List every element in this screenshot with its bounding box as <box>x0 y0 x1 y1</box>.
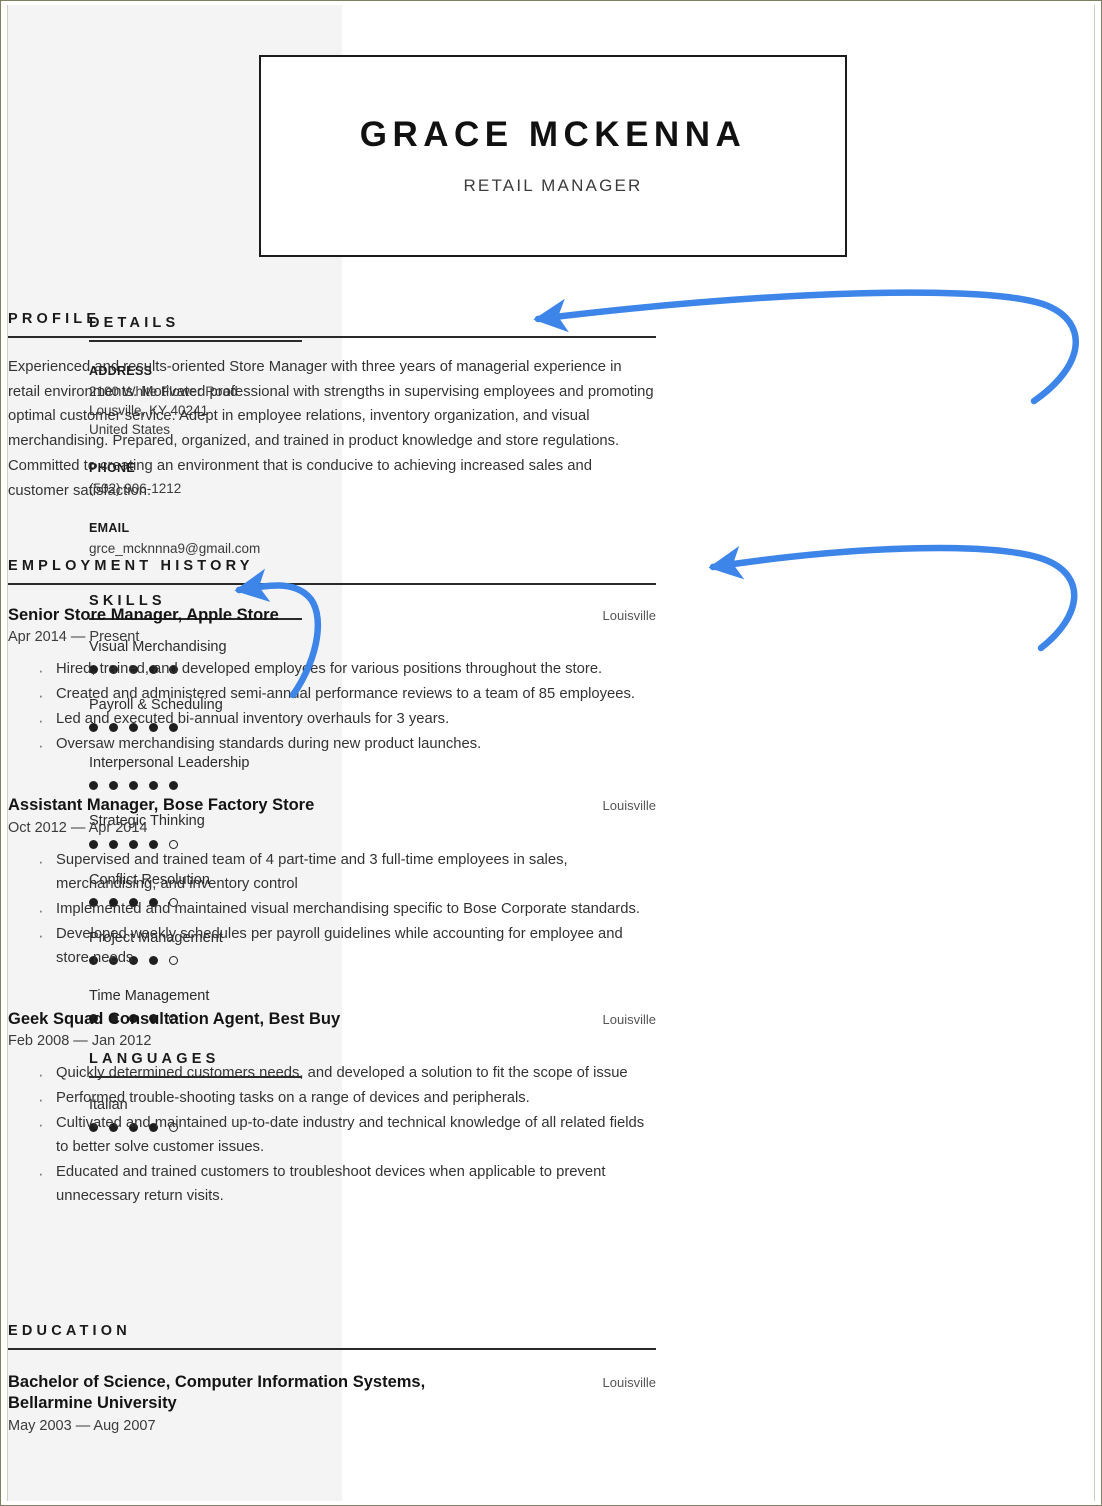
job-location: Louisville <box>602 1011 656 1027</box>
employment-rule <box>8 583 656 585</box>
job-header: Senior Store Manager, Apple Store Louisvi… <box>8 605 656 626</box>
education-rule <box>8 1348 656 1350</box>
education-list: Bachelor of Science, Computer Informatio… <box>8 1372 656 1434</box>
job-location: Louisville <box>602 798 656 814</box>
education-entry: Bachelor of Science, Computer Informatio… <box>8 1372 656 1434</box>
profile-rule <box>8 336 656 338</box>
job-bullet: Performed trouble-shooting tasks on a ra… <box>8 1086 656 1113</box>
education-location: Louisville <box>602 1375 656 1390</box>
profile-section: PROFILE Experienced and results-oriented… <box>8 311 656 503</box>
education-dates: May 2003 — Aug 2007 <box>8 1417 156 1434</box>
job-title: Assistant Manager, Bose Factory Store <box>8 796 315 815</box>
employment-section: EMPLOYMENT HISTORY Senior Store Manager,… <box>8 558 656 1210</box>
job-bullet: Quickly determined customers needs, and … <box>8 1061 656 1088</box>
job-title: Senior Store Manager, Apple Store <box>8 606 279 624</box>
job-entry: Geek Squad Consultation Agent, Best Buy L… <box>8 1009 656 1209</box>
education-heading: EDUCATION <box>8 1323 131 1339</box>
profile-heading: PROFILE <box>8 311 101 327</box>
job-bullet: Implemented and maintained visual mercha… <box>8 897 656 924</box>
job-title: Geek Squad Consultation Agent, Best Buy <box>8 1009 341 1028</box>
job-dates: Oct 2012 — Apr 2014 <box>8 819 148 836</box>
job-bullet: Oversaw merchandising standards during n… <box>8 732 656 759</box>
education-header: Bachelor of Science, Computer Informatio… <box>8 1372 656 1415</box>
education-degree: Bachelor of Science, Computer Informatio… <box>8 1373 426 1413</box>
job-bullet: Educated and trained customers to troubl… <box>8 1160 656 1209</box>
job-entry: Assistant Manager, Bose Factory Store Lou… <box>8 795 656 970</box>
name-header-box: GRACE MCKENNA RETAIL MANAGER <box>259 55 847 257</box>
page-title: GRACE MCKENNA <box>359 114 747 154</box>
job-header: Geek Squad Consultation Agent, Best Buy L… <box>8 1009 656 1030</box>
employment-heading: EMPLOYMENT HISTORY <box>8 558 254 574</box>
job-bullet: Developed weekly schedules per payroll g… <box>8 922 656 971</box>
job-bullet-list: Supervised and trained team of 4 part-ti… <box>8 848 656 971</box>
job-dates: Apr 2014 — Present <box>8 629 140 646</box>
resume-page: GRACE MCKENNA RETAIL MANAGER DETAILS ADD… <box>0 0 1102 1506</box>
page-inner: GRACE MCKENNA RETAIL MANAGER DETAILS ADD… <box>7 5 1095 1501</box>
email-value: grce_mcknnna9@gmail.com <box>89 540 261 556</box>
arrow-to-employment <box>708 544 1078 652</box>
job-dates: Feb 2008 — Jan 2012 <box>8 1033 152 1050</box>
job-bullet: Hired, trained, and developed employees … <box>8 657 656 684</box>
job-bullet: Created and administered semi-annual per… <box>8 682 656 709</box>
job-bullet-list: Quickly determined customers needs, and … <box>8 1061 656 1209</box>
job-location: Louisville <box>602 608 656 623</box>
job-header: Assistant Manager, Bose Factory Store Lou… <box>8 795 656 816</box>
job-entry: Senior Store Manager, Apple Store Louisvi… <box>8 605 656 760</box>
job-bullet: Led and executed bi-annual inventory ove… <box>8 707 656 734</box>
job-bullet: Supervised and trained team of 4 part-ti… <box>8 848 656 897</box>
email-label: EMAIL <box>89 520 130 535</box>
jobs-list: Senior Store Manager, Apple Store Louisvi… <box>8 605 656 1209</box>
job-bullet: Cultivated and maintained up-to-date ind… <box>8 1111 656 1160</box>
profile-text: Experienced and results-oriented Store M… <box>8 359 654 499</box>
job-bullet-list: Hired, trained, and developed employees … <box>8 657 656 759</box>
education-section: EDUCATION Bachelor of Science, Computer … <box>8 1323 656 1434</box>
job-title-subtitle: RETAIL MANAGER <box>463 176 643 196</box>
